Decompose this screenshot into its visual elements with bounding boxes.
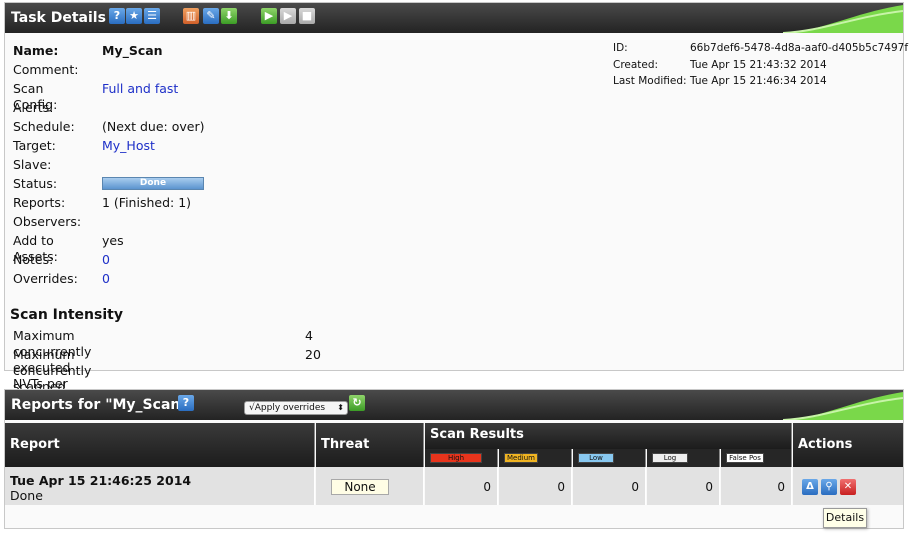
high-count-cell: 0	[425, 467, 498, 505]
threat-cell: None	[316, 467, 424, 505]
sev-medium-label: Medium	[504, 453, 538, 463]
sev-high-label: High	[430, 453, 482, 463]
col-report-label: Report	[10, 437, 60, 452]
col-threat[interactable]: Threat	[316, 423, 424, 467]
field-label: Status:	[13, 176, 58, 191]
refresh-icon[interactable]: ↻	[349, 395, 365, 411]
max-nvts-value: 4	[305, 328, 313, 343]
sev-log-header[interactable]: Log	[647, 449, 720, 467]
sev-false-pos-label: False Pos	[726, 453, 764, 463]
start-icon[interactable]: ▶	[261, 8, 277, 24]
field-label: Alerts:	[13, 100, 54, 115]
report-status: Done	[10, 488, 43, 503]
stop-icon: ■	[299, 8, 315, 24]
log-count: 0	[705, 480, 713, 494]
notes-link[interactable]: 0	[102, 252, 110, 268]
apply-overrides-label: √Apply overrides	[249, 403, 326, 413]
low-count: 0	[631, 480, 639, 494]
header-swoosh	[783, 5, 903, 33]
sev-high-header[interactable]: High	[425, 449, 498, 467]
medium-count-cell: 0	[499, 467, 572, 505]
sev-low-header[interactable]: Low	[573, 449, 646, 467]
delta-report-icon[interactable]: Δ	[802, 479, 818, 495]
high-count: 0	[483, 480, 491, 494]
edit-icon[interactable]: ✎	[203, 8, 219, 24]
schedule-value: (Next due: over)	[102, 119, 205, 134]
field-label: Overrides:	[13, 271, 78, 286]
reports-panel: Reports for "My_Scan" ? √Apply overrides…	[4, 389, 904, 529]
sev-medium-header[interactable]: Medium	[499, 449, 572, 467]
field-label: Schedule:	[13, 119, 75, 134]
created-label: Created:	[613, 59, 659, 71]
resume-icon: ▶	[280, 8, 296, 24]
apply-overrides-select[interactable]: √Apply overrides ⬍	[244, 401, 348, 415]
col-report[interactable]: Report	[5, 423, 315, 467]
modified-value: Tue Apr 15 21:46:34 2014	[690, 75, 827, 87]
list-icon[interactable]: ☰	[144, 8, 160, 24]
col-scan-results: Scan Results	[425, 423, 792, 449]
details-tooltip: Details	[823, 508, 867, 528]
sev-low-label: Low	[578, 453, 614, 463]
task-details-panel: Task Details ? ★ ☰ ▥ ✎ ⬇ ▶ ▶ ■ Name: My_…	[4, 2, 908, 410]
select-arrows-icon: ⬍	[337, 403, 344, 412]
medium-count: 0	[557, 480, 565, 494]
field-label: Name:	[13, 43, 59, 58]
id-label: ID:	[613, 42, 628, 54]
field-label: Slave:	[13, 157, 52, 172]
false-pos-count-cell: 0	[721, 467, 792, 505]
low-count-cell: 0	[573, 467, 646, 505]
max-hosts-value: 20	[305, 347, 321, 362]
add-to-assets-value: yes	[102, 233, 124, 248]
task-name-value: My_Scan	[102, 43, 163, 58]
field-label: Target:	[13, 138, 56, 153]
help-icon[interactable]: ?	[109, 8, 125, 24]
overrides-link[interactable]: 0	[102, 271, 110, 287]
export-icon[interactable]: ⬇	[221, 8, 237, 24]
reports-header: Reports for "My_Scan" ? √Apply overrides…	[5, 390, 903, 420]
target-link[interactable]: My_Host	[102, 138, 155, 154]
status-progress-bar: Done	[102, 177, 204, 190]
actions-cell: Δ ⚲ ✕	[793, 467, 903, 505]
id-value: 66b7def6-5478-4d8a-aaf0-d405b5c7497f	[690, 42, 909, 54]
sev-false-pos-header[interactable]: False Pos	[721, 449, 792, 467]
log-count-cell: 0	[647, 467, 720, 505]
delete-icon[interactable]: ▥	[183, 8, 199, 24]
field-label: Reports:	[13, 195, 66, 210]
col-actions: Actions	[793, 423, 903, 467]
modified-label: Last Modified:	[613, 75, 687, 87]
col-scan-results-label: Scan Results	[430, 427, 524, 442]
help-icon[interactable]: ?	[178, 395, 194, 411]
header-swoosh	[783, 392, 903, 420]
delete-report-icon[interactable]: ✕	[840, 479, 856, 495]
details-magnifier-icon[interactable]: ⚲	[821, 479, 837, 495]
created-value: Tue Apr 15 21:43:32 2014	[690, 59, 827, 71]
col-actions-label: Actions	[798, 437, 853, 452]
reports-title: Reports for "My_Scan"	[11, 397, 188, 413]
threat-badge: None	[331, 479, 389, 495]
false-pos-count: 0	[777, 480, 785, 494]
field-label: Notes:	[13, 252, 54, 267]
task-details-header: Task Details ? ★ ☰ ▥ ✎ ⬇ ▶ ▶ ■	[5, 3, 903, 33]
report-cell[interactable]: Tue Apr 15 21:46:25 2014 Done	[5, 467, 315, 505]
report-date-link[interactable]: Tue Apr 15 21:46:25 2014	[10, 473, 191, 488]
scan-config-link[interactable]: Full and fast	[102, 81, 178, 97]
field-label: Comment:	[13, 62, 79, 77]
field-label: Observers:	[13, 214, 82, 229]
sev-log-label: Log	[652, 453, 688, 463]
scan-intensity-title: Scan Intensity	[10, 307, 123, 323]
new-task-icon[interactable]: ★	[126, 8, 142, 24]
col-threat-label: Threat	[321, 437, 370, 452]
reports-count-value: 1 (Finished: 1)	[102, 195, 192, 210]
task-details-title: Task Details	[11, 10, 106, 26]
